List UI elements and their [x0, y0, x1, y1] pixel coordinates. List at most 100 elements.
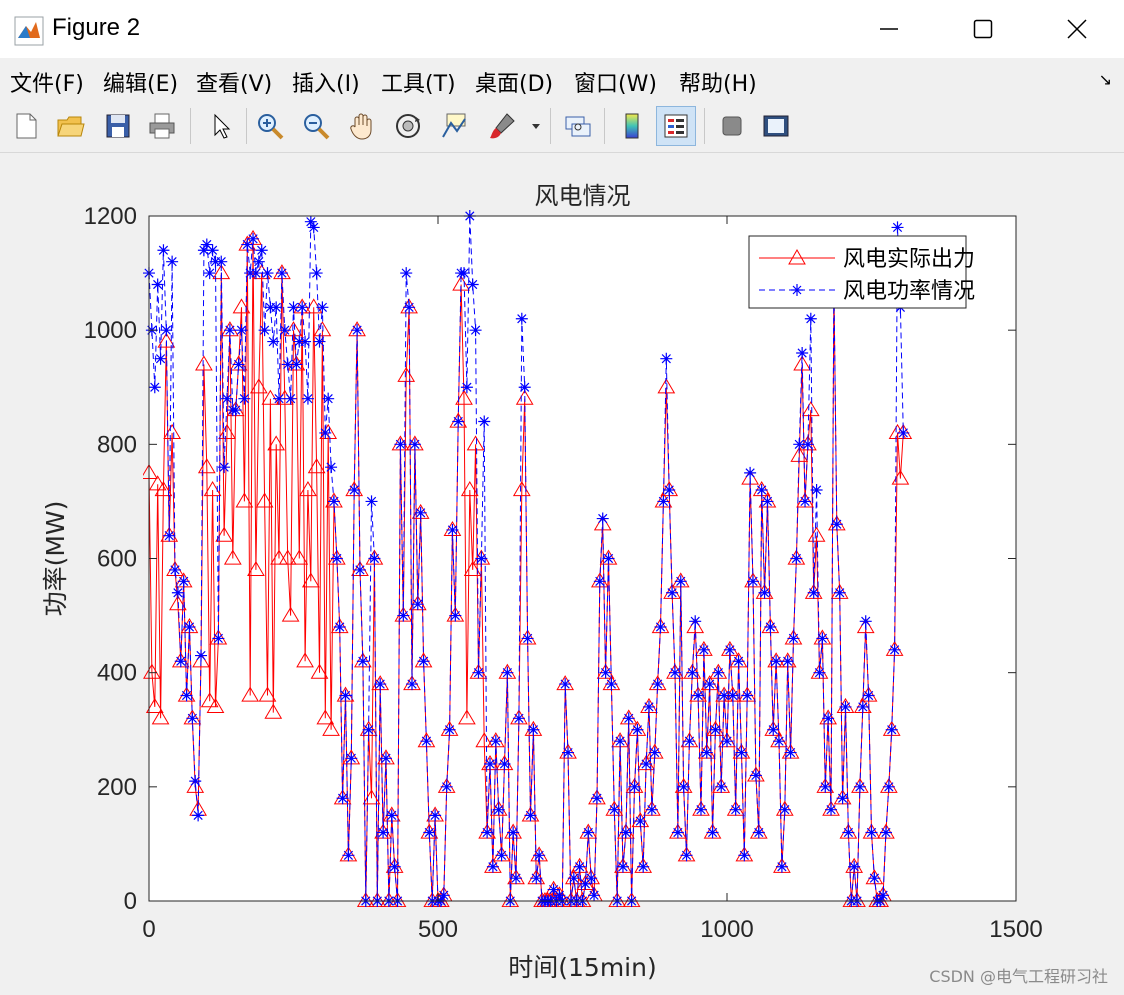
- menu-tools[interactable]: 工具(T): [381, 66, 456, 98]
- colorbar-button[interactable]: [612, 106, 652, 146]
- zoom-in-icon: [258, 114, 284, 140]
- data-point-asterisk: [830, 518, 843, 531]
- new-figure-icon: [16, 113, 37, 139]
- zoom-in-button[interactable]: [250, 106, 290, 146]
- pointer-icon: [214, 113, 231, 139]
- data-point-asterisk: [192, 809, 205, 822]
- x-axis-label: 时间(15min): [508, 953, 656, 982]
- legend-button[interactable]: [656, 106, 696, 146]
- figure-canvas: 风电情况 0 500 1000 1500 0 200 400 600 800 1000 1200 时间(…: [0, 153, 1124, 995]
- hide-plot-tools-button[interactable]: [712, 106, 752, 146]
- data-point-asterisk: [171, 586, 184, 599]
- rotate-3d-button[interactable]: [388, 106, 428, 146]
- close-button[interactable]: [1030, 0, 1124, 58]
- data-point-asterisk: [807, 586, 820, 599]
- y-tick-label: 400: [97, 660, 137, 687]
- menu-insert[interactable]: 插入(I): [292, 66, 360, 98]
- maximize-button[interactable]: [936, 0, 1030, 58]
- toolbar-separator: [604, 108, 605, 144]
- open-file-button[interactable]: [50, 106, 90, 146]
- data-point-asterisk: [842, 826, 855, 839]
- data-point-asterisk: [183, 621, 196, 633]
- menu-help[interactable]: 帮助(H): [679, 66, 757, 98]
- menu-desktop[interactable]: 桌面(D): [475, 66, 553, 98]
- toolbar-separator: [246, 108, 247, 144]
- data-point-asterisk: [790, 552, 803, 565]
- menu-bar: 文件(F) 编辑(E) 查看(V) 插入(I) 工具(T) 桌面(D) 窗口(W…: [0, 58, 1124, 100]
- link-plot-icon: [565, 116, 591, 137]
- brush-dropdown-button[interactable]: [526, 106, 546, 146]
- minimize-button[interactable]: [842, 0, 936, 58]
- data-point-asterisk: [573, 860, 586, 873]
- data-point-asterisk: [255, 244, 268, 257]
- new-figure-button[interactable]: [6, 106, 46, 146]
- minimize-icon: [880, 28, 898, 30]
- data-point-asterisk: [507, 826, 520, 839]
- data-point-asterisk: [498, 758, 511, 770]
- data-point-asterisk: [709, 723, 722, 736]
- print-button[interactable]: [142, 106, 182, 146]
- pointer-button[interactable]: [200, 106, 240, 146]
- link-plot-button[interactable]: [558, 106, 598, 146]
- x-tick-label: 0: [142, 916, 155, 943]
- x-tick-label: 1000: [700, 916, 753, 943]
- save-icon: [106, 114, 130, 138]
- data-point-asterisk: [157, 244, 170, 257]
- menu-window[interactable]: 窗口(W): [574, 66, 657, 98]
- brush-button[interactable]: [482, 106, 522, 146]
- hide-plot-tools-icon: [722, 116, 742, 136]
- dock-arrow-icon[interactable]: ↘: [1099, 70, 1112, 89]
- colorbar-icon: [625, 113, 639, 139]
- data-point-asterisk: [637, 860, 650, 873]
- data-point-asterisk: [767, 723, 780, 736]
- show-plot-tools-icon: [763, 115, 789, 137]
- y-tick-label: 200: [97, 774, 137, 801]
- data-point-asterisk: [174, 655, 187, 668]
- save-button[interactable]: [98, 106, 138, 146]
- chevron-down-icon: [532, 124, 540, 129]
- y-axis-label: 功率(MW): [41, 501, 70, 617]
- data-point-asterisk: [755, 484, 768, 496]
- data-point-asterisk: [758, 586, 771, 599]
- legend-label-0: 风电实际出力: [843, 247, 975, 272]
- y-tick-label: 0: [124, 888, 137, 915]
- data-point-asterisk: [602, 552, 615, 565]
- data-point-asterisk: [744, 466, 757, 479]
- close-icon: [1067, 19, 1087, 39]
- menu-view[interactable]: 查看(V): [196, 66, 272, 98]
- zoom-out-button[interactable]: [296, 106, 336, 146]
- wind-power-chart[interactable]: 风电情况 0 500 1000 1500 0 200 400 600 800 1000 1200 时间(…: [0, 153, 1124, 995]
- x-tick-label: 500: [418, 916, 458, 943]
- data-point-asterisk: [348, 484, 361, 496]
- pan-button[interactable]: [342, 106, 382, 146]
- data-point-asterisk: [206, 244, 219, 257]
- matlab-app-icon: [14, 16, 44, 46]
- chart-title: 风电情况: [535, 182, 631, 210]
- show-plot-tools-button[interactable]: [756, 106, 796, 146]
- watermark-text: CSDN @电气工程研习社: [929, 967, 1108, 986]
- y-tick-label: 800: [97, 431, 137, 458]
- rotate-3d-icon: [396, 114, 420, 138]
- data-cursor-button[interactable]: [434, 106, 474, 146]
- zoom-out-icon: [304, 114, 330, 140]
- data-point-asterisk: [527, 723, 540, 736]
- data-point-asterisk: [189, 775, 202, 788]
- data-point-asterisk: [229, 404, 242, 417]
- window-titlebar: Figure 2: [0, 0, 1124, 58]
- y-tick-label: 1000: [84, 317, 137, 344]
- data-point-asterisk: [443, 723, 456, 736]
- data-point-asterisk: [640, 758, 653, 770]
- data-point-asterisk: [781, 655, 794, 668]
- toolbar-separator: [704, 108, 705, 144]
- data-point-asterisk: [770, 655, 783, 668]
- pan-hand-icon: [350, 113, 372, 140]
- y-tick-label: 600: [97, 546, 137, 573]
- figure-toolbar: [0, 100, 1124, 153]
- menu-file[interactable]: 文件(F): [10, 66, 84, 98]
- y-tick-label: 1200: [84, 203, 137, 230]
- data-point-asterisk: [865, 826, 878, 839]
- data-point-asterisk: [180, 689, 193, 702]
- maximize-icon: [973, 19, 993, 39]
- print-icon: [149, 113, 175, 139]
- menu-edit[interactable]: 编辑(E): [103, 66, 178, 98]
